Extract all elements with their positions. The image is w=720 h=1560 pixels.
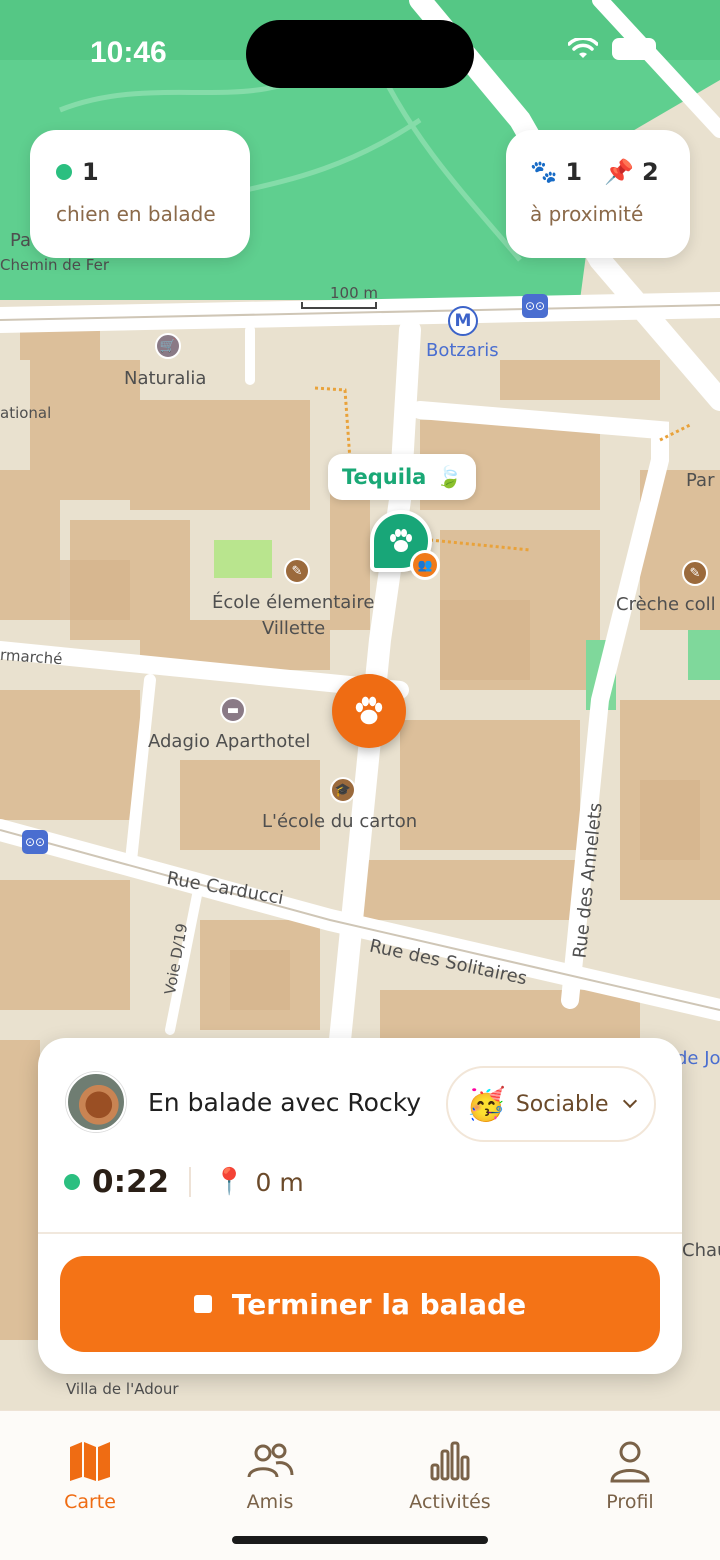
map-label-chau: Chau [682, 1240, 720, 1261]
tab-label: Profil [606, 1491, 654, 1513]
map-label-chemin-de-fer: Chemin de Fer [0, 256, 109, 274]
map-label-villette: Villette [262, 618, 326, 639]
walk-title: En balade avec Rocky [148, 1088, 422, 1117]
end-walk-button[interactable]: Terminer la balade [60, 1256, 660, 1352]
metro-icon[interactable]: M [448, 306, 478, 336]
walk-stats: 0:22 📍 0 m [64, 1164, 304, 1200]
nearby-card[interactable]: 🐾 1 📌 2 à proximité [506, 130, 690, 258]
stat-divider [189, 1167, 192, 1197]
wifi-icon [568, 38, 598, 58]
mood-dropdown[interactable]: 🥳 Sociable [446, 1066, 656, 1142]
tab-activites[interactable]: Activités [390, 1439, 510, 1513]
school-icon[interactable]: ✎ [284, 558, 310, 584]
status-time: 10:46 [90, 36, 167, 69]
dog-avatar[interactable] [66, 1072, 126, 1132]
map-label-villa-adour: Villa de l'Adour [66, 1380, 179, 1398]
tab-carte[interactable]: Carte [30, 1439, 150, 1513]
map-label-adagio: Adagio Aparthotel [148, 731, 311, 752]
map-label-de-jo: de Jo [676, 1048, 720, 1069]
map-label-pa: Pa [10, 230, 32, 251]
leaf-icon: 🍃 [436, 464, 463, 489]
friends-icon: 👥 [413, 553, 437, 577]
creche-icon[interactable]: ✎ [682, 560, 708, 586]
bike-station-icon[interactable]: ⊙⊙ [22, 830, 48, 854]
tab-label: Carte [64, 1491, 116, 1513]
active-dot [56, 164, 72, 180]
map-label-ecole-carton: L'école du carton [262, 811, 418, 832]
chart-icon [430, 1441, 470, 1481]
walk-distance: 0 m [255, 1167, 304, 1197]
divider [38, 1232, 682, 1234]
map-label-creche: Crèche coll [616, 594, 716, 615]
paw-icon [355, 696, 383, 725]
map-label-botzaris: Botzaris [426, 340, 499, 361]
bike-station-icon[interactable]: ⊙⊙ [522, 294, 548, 318]
paws-count: 1 [565, 158, 583, 186]
party-face-icon: 🥳 [466, 1085, 506, 1123]
pin-icon: 📌 [604, 158, 634, 186]
walking-label: chien en balade [56, 202, 216, 226]
battery-icon [612, 38, 656, 60]
walk-timer: 0:22 [92, 1164, 170, 1200]
recording-dot [64, 1174, 80, 1190]
end-walk-label: Terminer la balade [231, 1287, 527, 1321]
shop-icon[interactable]: 🛒 [155, 333, 181, 359]
status-icons [568, 38, 656, 60]
dog-name-tag[interactable]: Tequila 🍃 [328, 454, 477, 500]
chevron-down-icon [622, 1093, 637, 1109]
home-indicator [232, 1536, 488, 1544]
paws-icon: 🐾 [530, 159, 558, 185]
map-label-naturalia: Naturalia [124, 368, 207, 389]
location-pin-icon: 📍 [213, 1167, 246, 1197]
walking-count: 1 [82, 158, 99, 186]
hotel-icon[interactable]: ▬ [220, 697, 246, 723]
dog-name: Tequila [342, 465, 427, 489]
dynamic-island [246, 20, 474, 88]
my-location-marker[interactable] [332, 674, 406, 748]
walk-sheet: En balade avec Rocky 🥳 Sociable 0:22 📍 0… [38, 1038, 682, 1374]
map-label-par: Par [686, 470, 715, 491]
paw-icon [390, 529, 412, 552]
stop-icon [193, 1295, 212, 1313]
education-icon[interactable]: 🎓 [330, 777, 356, 803]
walking-dogs-card[interactable]: 1 chien en balade [30, 130, 250, 258]
scale-bar [301, 302, 377, 309]
friend-badge: 👥 [410, 550, 440, 580]
users-icon [247, 1443, 294, 1478]
tab-profil[interactable]: Profil [570, 1439, 690, 1513]
tab-label: Activités [409, 1491, 491, 1513]
map-label-ecole: École élementaire [212, 592, 375, 613]
map-label-national: ational [0, 404, 52, 422]
nearby-label: à proximité [530, 202, 644, 226]
tab-amis[interactable]: Amis [210, 1439, 330, 1513]
map-icon [70, 1442, 110, 1481]
tab-label: Amis [246, 1491, 294, 1513]
pins-count: 2 [642, 158, 659, 186]
user-icon [610, 1441, 650, 1483]
mood-value: Sociable [515, 1091, 609, 1117]
